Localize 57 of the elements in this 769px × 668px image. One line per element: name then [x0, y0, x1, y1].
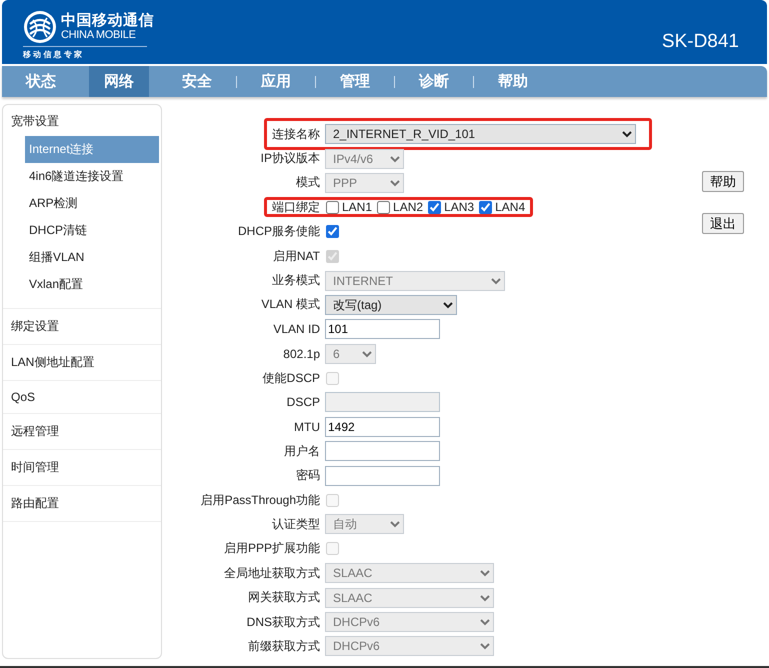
field-label: 用户名	[283, 442, 321, 460]
text-field[interactable]: 101	[325, 319, 440, 340]
field-label: 启用PPP扩展功能	[222, 540, 321, 558]
sidebar-item[interactable]: 绑定设置	[9, 318, 155, 335]
model-name: SK-D841	[662, 31, 739, 53]
sidebar-item[interactable]: 路由配置	[9, 495, 155, 512]
text-field[interactable]	[325, 441, 440, 462]
sidebar-item[interactable]: 远程管理	[9, 423, 155, 440]
text-field[interactable]	[325, 466, 440, 486]
dropdown[interactable]: 改写(tag)	[325, 294, 457, 315]
brand-name: 中国移动通信	[61, 13, 154, 28]
sidebar-item[interactable]: 宽带设置	[9, 113, 155, 130]
checkbox[interactable]	[377, 200, 390, 214]
field-label: 使能DSCP	[262, 370, 321, 387]
brand-name-english: CHINA MOBILE	[61, 30, 137, 41]
sidebar-subitem[interactable]: DHCP清链	[25, 217, 159, 244]
checkbox[interactable]	[326, 225, 339, 238]
field-label: DNS获取方式	[246, 614, 321, 630]
checkbox-label: LAN4	[495, 200, 526, 214]
field-label: 网关获取方式	[247, 589, 321, 606]
field-label: VLAN ID	[272, 322, 321, 336]
field-label: 启用PassThrough功能	[200, 492, 321, 509]
field-label: DSCP	[286, 395, 321, 410]
field-label: 802.1p	[282, 346, 321, 361]
checkbox[interactable]	[326, 200, 339, 214]
sidebar-subitem[interactable]: Vxlan配置	[25, 271, 159, 298]
checkbox-label: LAN1	[342, 200, 372, 214]
field-label: 业务模式	[271, 272, 321, 290]
field-label: 全局地址获取方式	[223, 564, 321, 582]
field-label: MTU	[293, 420, 321, 434]
checkbox-label: LAN2	[393, 200, 424, 214]
text-field[interactable]: 1492	[325, 416, 440, 437]
field-label: 认证类型	[271, 516, 321, 533]
sidebar-subitem[interactable]: 组播VLAN	[25, 244, 159, 271]
sidebar-item[interactable]: 时间管理	[9, 459, 155, 476]
slogan: 移 动 信 息 专 家	[23, 46, 147, 60]
sidebar-subitem[interactable]: 4in6隧道连接设置	[25, 163, 159, 190]
checkbox[interactable]	[428, 200, 442, 214]
field-label: 连接名称	[271, 126, 321, 143]
field-label: VLAN 模式	[260, 296, 321, 314]
field-label: 前缀获取方式	[247, 638, 321, 655]
sidebar-item[interactable]: QoS	[9, 390, 155, 404]
checkbox[interactable]	[479, 200, 492, 214]
sidebar-item[interactable]: LAN侧地址配置	[9, 354, 155, 371]
field-label: DHCP服务使能	[236, 223, 321, 240]
field-label: IP协议版本	[260, 150, 321, 168]
dropdown[interactable]: 2_INTERNET_R_VID_101	[325, 124, 636, 144]
checkbox-label: LAN3	[444, 200, 474, 214]
action-button[interactable]: 退出	[702, 213, 744, 234]
field-label: 端口绑定	[271, 198, 321, 216]
field-label: 密码	[295, 467, 321, 484]
sidebar-subitem[interactable]: ARP检测	[25, 190, 159, 217]
nav-tab[interactable]: 网络	[89, 66, 149, 97]
field-label: 启用NAT	[272, 248, 321, 265]
logo-icon	[23, 10, 57, 44]
action-button[interactable]: 帮助	[702, 171, 744, 192]
field-label: 模式	[295, 174, 321, 192]
